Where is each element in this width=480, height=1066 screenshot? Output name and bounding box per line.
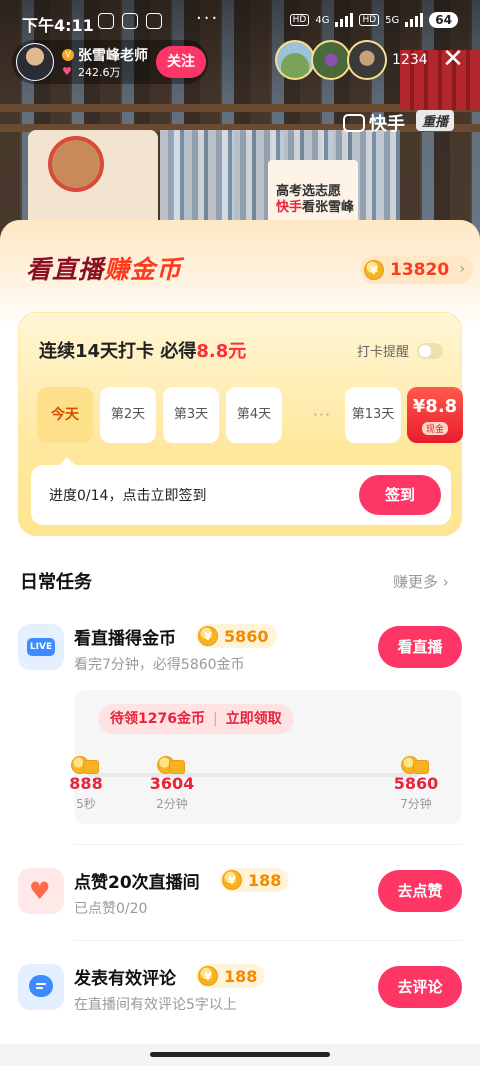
checkin-title: 连续14天打卡 必得8.8元 (39, 341, 247, 362)
milestone: 888 5秒 (56, 756, 116, 812)
close-icon[interactable]: ✕ (442, 46, 464, 72)
coin-icon: ¥ (198, 966, 218, 986)
checkin-card: 连续14天打卡 必得8.8元 打卡提醒 今天 第2天 第3天 第4天 ··· 第… (18, 312, 463, 536)
hd-icon: HD (359, 14, 380, 26)
task-name: 点赞20次直播间 (74, 873, 200, 893)
task-watch-live: LIVE 看直播得金币 ¥ 5860 看完7分钟，必得5860金币 看直播 (18, 622, 462, 682)
sign-in-button[interactable]: 签到 (359, 475, 441, 515)
coin-bag-icon (71, 756, 101, 776)
task-description: 已点赞0/20 (74, 901, 148, 917)
task-reward: ¥ 188 (196, 964, 266, 988)
status-right: HD 4G HD 5G 64 (289, 12, 458, 28)
promo-standee-text: 高考选志愿 快手看张雪峰 (276, 184, 355, 215)
checkin-day-today[interactable]: 今天 (37, 387, 93, 443)
notification-icon (146, 13, 162, 29)
watch-progress-track: 待领1276金币 | 立即领取 888 5秒 3604 2分钟 5860 7分钟 (69, 690, 462, 824)
follow-button[interactable]: 关注 (156, 46, 206, 78)
comment-icon (18, 964, 64, 1010)
milestone: 3604 2分钟 (142, 756, 202, 812)
viewer-avatar[interactable] (347, 40, 387, 80)
status-time: 下午4:11 (22, 16, 94, 35)
notification-icons (98, 13, 162, 29)
watch-live-button[interactable]: 看直播 (378, 626, 462, 668)
coin-icon: ¥ (222, 870, 242, 890)
checkin-reminder-toggle[interactable] (417, 342, 444, 359)
checkin-day-2: 第2天 (100, 387, 156, 443)
go-like-button[interactable]: 去点赞 (378, 870, 462, 912)
status-bar: 下午4:11 ··· HD 4G HD 5G 64 (0, 0, 480, 44)
live-icon: LIVE (18, 624, 64, 670)
home-indicator[interactable] (150, 1052, 330, 1057)
checkin-day-4: 第4天 (226, 387, 282, 443)
viewer-count[interactable]: 1234 (392, 52, 428, 68)
network-5g-label: 5G (385, 14, 400, 26)
checkin-final-reward: ¥8.8 现金 (407, 387, 463, 443)
checkin-reminder[interactable]: 打卡提醒 (357, 341, 444, 360)
daily-tasks-title: 日常任务 (20, 572, 92, 593)
task-post-comment: 发表有效评论 ¥ 188 在直播间有效评论5字以上 去评论 (18, 962, 462, 1022)
divider (74, 844, 462, 845)
task-description: 在直播间有效评论5字以上 (74, 997, 237, 1013)
coin-bag-icon (157, 756, 187, 776)
heart-icon: ♥ (62, 65, 72, 78)
earn-more-link[interactable]: 赚更多 › (393, 571, 449, 592)
verified-badge-icon: V (62, 49, 74, 61)
kuaishou-brand-text: 快手 (369, 114, 405, 135)
more-notifications-icon: ··· (196, 8, 220, 29)
checkin-day-3: 第3天 (163, 387, 219, 443)
checkin-progress: 进度0/14，点击立即签到 签到 (31, 457, 451, 525)
go-comment-button[interactable]: 去评论 (378, 966, 462, 1008)
task-reward: ¥ 5860 (196, 624, 277, 648)
coin-icon: ¥ (198, 626, 218, 646)
checkin-reminder-label: 打卡提醒 (357, 345, 410, 360)
heart-icon: ♥ (18, 868, 64, 914)
checkin-days-ellipsis: ··· (312, 405, 332, 424)
milestone: 5860 7分钟 (386, 756, 446, 812)
task-reward: ¥ 188 (220, 868, 290, 892)
chevron-right-icon: › (459, 261, 466, 277)
task-like-live: ♥ 点赞20次直播间 ¥ 188 已点赞0/20 去点赞 (18, 866, 462, 926)
coin-balance[interactable]: ¥ 13820 › (360, 256, 474, 284)
task-name: 看直播得金币 (74, 629, 176, 649)
notification-icon (98, 13, 114, 29)
checkin-days: 今天 第2天 第3天 第4天 ··· 第13天 ¥8.8 现金 (37, 387, 463, 443)
signal-icon (405, 13, 424, 27)
kuaishou-camera-icon (343, 114, 365, 132)
fan-count: 242.6万 (78, 66, 121, 79)
coin-bag-icon (401, 756, 431, 776)
divider (74, 940, 462, 941)
panel-title: 看直播赚金币 (26, 255, 183, 284)
pending-coins-text: 待领1276金币 (110, 711, 205, 727)
rewards-panel: 看直播赚金币 ¥ 13820 › 连续14天打卡 必得8.8元 打卡提醒 今天 … (0, 220, 480, 1066)
task-description: 看完7分钟，必得5860金币 (74, 657, 245, 673)
streamer-name[interactable]: 张雪峰老师 (78, 45, 148, 65)
replay-badge: 重播 (416, 110, 455, 131)
hd-icon: HD (289, 14, 310, 26)
kuaishou-logo: 快手 (343, 110, 405, 136)
network-4g-label: 4G (315, 14, 330, 26)
final-reward-value: ¥8.8 (412, 396, 458, 417)
coin-icon: ¥ (364, 260, 384, 280)
battery-indicator: 64 (429, 12, 458, 28)
viewer-avatar[interactable] (311, 40, 351, 80)
checkin-day-13: 第13天 (345, 387, 401, 443)
signal-icon (335, 13, 354, 27)
claim-coins-tag[interactable]: 待领1276金币 | 立即领取 (98, 704, 294, 734)
streamer-avatar[interactable] (16, 43, 54, 81)
claim-now-link[interactable]: 立即领取 (226, 704, 282, 734)
notification-icon (122, 13, 138, 29)
final-reward-tag: 现金 (421, 422, 448, 435)
task-name: 发表有效评论 (74, 969, 176, 989)
coin-balance-amount: 13820 (390, 260, 450, 280)
checkin-progress-text: 进度0/14，点击立即签到 (49, 488, 207, 504)
watch-progress-bar (88, 773, 418, 777)
viewer-avatar[interactable] (275, 40, 315, 80)
poster-portrait (48, 136, 104, 192)
